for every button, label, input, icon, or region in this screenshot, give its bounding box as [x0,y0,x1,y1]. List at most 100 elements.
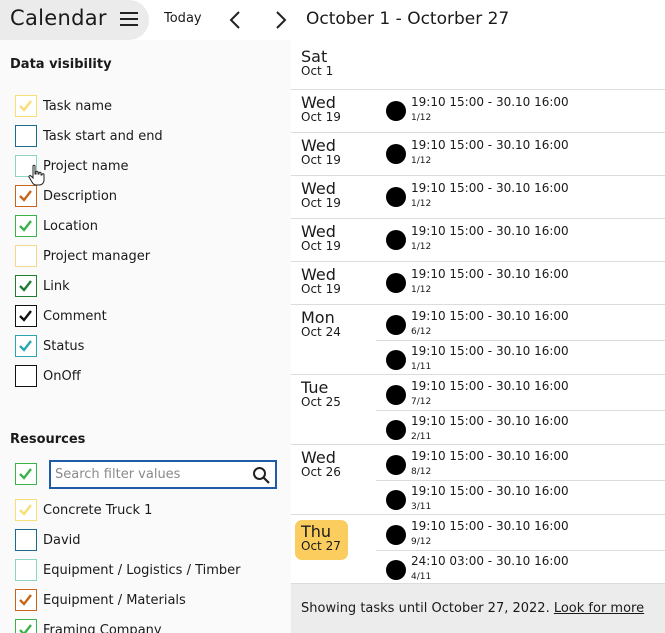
visibility-option-checkbox[interactable] [15,305,37,327]
day-date: Oct 25 [301,395,341,409]
task-status-dot-icon [386,187,406,207]
resource-option-checkbox[interactable] [15,529,37,551]
chevron-left-icon[interactable] [226,10,246,30]
day-weekday: Sat [301,47,328,66]
day-weekday: Wed [301,136,336,155]
hamburger-icon[interactable] [120,11,138,27]
visibility-option-checkbox[interactable] [15,185,37,207]
task-item[interactable]: 19:10 15:00 - 30.10 16:00 3/11 [376,480,665,515]
agenda-day: Tue Oct 25 19:10 15:00 - 30.10 16:00 7/12 19… [291,374,665,444]
resource-option-label: David [43,532,81,548]
task-count: 6/12 [411,327,432,337]
visibility-option-checkbox[interactable] [15,125,37,147]
day-label: Wed Oct 19 [301,180,341,210]
visibility-option-row[interactable]: Status [15,334,84,358]
task-item[interactable]: 19:10 15:00 - 30.10 16:00 1/12 [376,177,665,212]
visibility-option-checkbox[interactable] [15,245,37,267]
resource-option-checkbox[interactable] [15,589,37,611]
task-count: 3/11 [411,502,432,512]
agenda-list: Sat Oct 1 Wed Oct 19 19:10 15:00 - 30.10 16:… [291,40,665,633]
resources-select-all-row[interactable] [15,462,37,486]
footer-text: Showing tasks until October 27, 2022. [301,601,550,616]
task-status-dot-icon [386,420,406,440]
visibility-option-row[interactable]: Comment [15,304,107,328]
resource-option-row[interactable]: Equipment / Materials [15,588,186,612]
look-for-more-link[interactable]: Look for more [554,601,644,616]
task-item[interactable]: 24:10 03:00 - 30.10 16:00 4/11 [376,550,665,585]
visibility-option-row[interactable]: OnOff [15,364,81,388]
search-icon[interactable] [252,466,271,485]
day-label: Mon Oct 24 [301,309,341,339]
visibility-option-row[interactable]: Task start and end [15,124,163,148]
task-status-dot-icon [386,560,406,580]
task-item[interactable]: 19:10 15:00 - 30.10 16:00 2/11 [376,410,665,445]
resource-option-row[interactable]: Equipment / Logistics / Timber [15,558,241,582]
task-count: 1/12 [411,199,432,209]
day-date: Oct 19 [301,110,341,124]
task-item[interactable]: 19:10 15:00 - 30.10 16:00 8/12 [376,445,665,480]
task-status-dot-icon [386,101,406,121]
resource-option-checkbox[interactable] [15,499,37,521]
task-count: 1/11 [411,362,432,372]
visibility-option-label: Comment [43,308,107,324]
task-item[interactable]: 19:10 15:00 - 30.10 16:00 9/12 [376,515,665,550]
data-visibility-title: Data visibility [10,57,112,72]
day-weekday: Wed [301,179,336,198]
task-count: 1/12 [411,242,432,252]
resources-title: Resources [10,432,86,447]
visibility-option-checkbox[interactable] [15,335,37,357]
agenda-footer: Showing tasks until October 27, 2022. Lo… [291,583,665,633]
agenda-day: Wed Oct 19 19:10 15:00 - 30.10 16:00 1/12 [291,132,665,175]
task-item[interactable]: 19:10 15:00 - 30.10 16:00 1/11 [376,340,665,375]
task-count: 8/12 [411,467,432,477]
day-weekday: Tue [301,378,329,397]
task-status-dot-icon [386,455,406,475]
resource-option-row[interactable]: David [15,528,81,552]
task-item[interactable]: 19:10 15:00 - 30.10 16:00 1/12 [376,91,665,126]
task-item[interactable]: 19:10 15:00 - 30.10 16:00 1/12 [376,263,665,298]
agenda-day: Wed Oct 19 19:10 15:00 - 30.10 16:00 1/12 [291,218,665,261]
visibility-option-label: Project manager [43,248,151,264]
date-range: October 1 - Octorber 27 [306,9,510,29]
day-weekday: Mon [301,308,335,327]
task-time-range: 19:10 15:00 - 30.10 16:00 [411,449,569,463]
day-label: Tue Oct 25 [301,379,341,409]
task-item[interactable]: 19:10 15:00 - 30.10 16:00 1/12 [376,134,665,169]
day-label: Wed Oct 19 [301,137,341,167]
visibility-option-row[interactable]: Link [15,274,70,298]
chevron-right-icon[interactable] [270,10,290,30]
today-button[interactable]: Today [164,11,202,26]
resource-option-checkbox[interactable] [15,559,37,581]
resource-option-checkbox[interactable] [15,619,37,633]
task-item[interactable]: 19:10 15:00 - 30.10 16:00 1/12 [376,220,665,255]
visibility-option-checkbox[interactable] [15,365,37,387]
visibility-option-checkbox[interactable] [15,215,37,237]
task-time-range: 19:10 15:00 - 30.10 16:00 [411,344,569,358]
day-weekday: Wed [301,93,336,112]
agenda-day: Wed Oct 19 19:10 15:00 - 30.10 16:00 1/12 [291,261,665,304]
visibility-option-label: Project name [43,158,129,174]
day-date: Oct 19 [301,282,341,296]
task-divider [376,340,665,341]
resource-option-row[interactable]: Framing Company [15,618,162,633]
visibility-option-row[interactable]: Task name [15,94,112,118]
day-weekday: Wed [301,265,336,284]
task-divider [376,550,665,551]
resource-option-row[interactable]: Concrete Truck 1 [15,498,152,522]
task-status-dot-icon [386,385,406,405]
visibility-option-row[interactable]: Project manager [15,244,150,268]
day-date: Oct 24 [301,325,341,339]
search-input[interactable] [51,462,241,487]
task-time-range: 19:10 15:00 - 30.10 16:00 [411,138,569,152]
visibility-option-row[interactable]: Location [15,214,98,238]
task-time-range: 24:10 03:00 - 30.10 16:00 [411,554,569,568]
app-title: Calendar [10,6,107,30]
task-item[interactable]: 19:10 15:00 - 30.10 16:00 6/12 [376,305,665,340]
resources-select-all-checkbox[interactable] [15,463,37,485]
visibility-option-checkbox[interactable] [15,95,37,117]
task-time-range: 19:10 15:00 - 30.10 16:00 [411,181,569,195]
task-item[interactable]: 19:10 15:00 - 30.10 16:00 7/12 [376,375,665,410]
visibility-option-checkbox[interactable] [15,275,37,297]
task-time-range: 19:10 15:00 - 30.10 16:00 [411,484,569,498]
filter-panel: Data visibility Task name Task start and … [0,40,291,633]
